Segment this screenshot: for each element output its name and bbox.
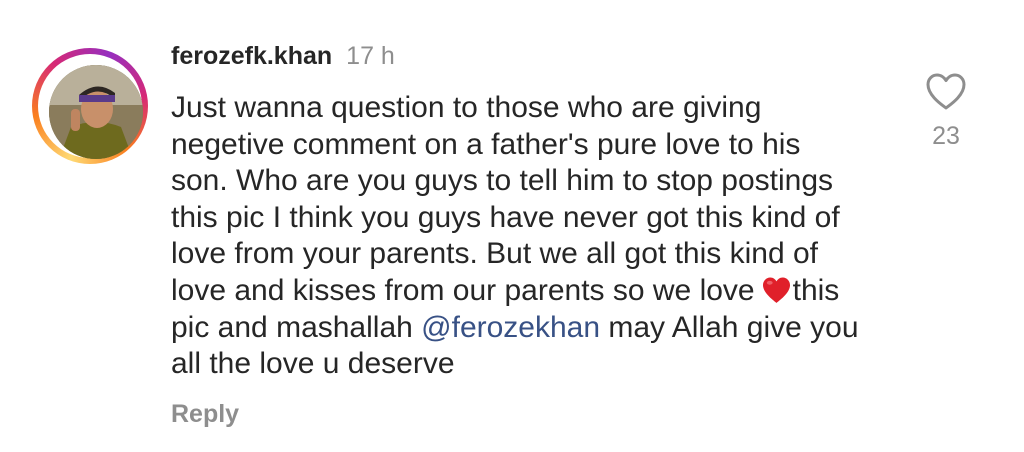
avatar-gap [38,54,143,159]
comment-text-segment: love and kisses from our parents so we l… [171,273,755,307]
comment-line: son. Who are you guys to tell him to sto… [171,164,834,198]
comment-text: Just wanna question to those who are giv… [171,90,911,383]
comment-line: love and kisses from our parents so we l… [171,273,911,310]
avatar[interactable] [49,65,143,159]
red-heart-emoji-icon [762,277,790,304]
comment-line: negetive comment on a father's pure love… [171,127,801,161]
username[interactable]: ferozefk.khan [171,42,332,70]
comment-line: Just wanna question to those who are giv… [171,91,762,124]
comment-text-segment: this [792,273,840,307]
reply-button[interactable]: Reply [171,400,239,429]
like-count: 23 [932,122,960,150]
user-mention-link[interactable]: @ferozekhan [421,311,600,344]
comment-line: love from your parents. But we all got t… [171,237,818,271]
comment-line: pic and mashallah @ferozekhan may Allah … [171,310,911,347]
comment-line: this pic I think you guys have never got… [171,200,840,234]
timestamp: 17 h [346,42,395,70]
comment-text-segment: may Allah give you [600,310,859,344]
avatar-photo [49,65,143,159]
heart-outline-icon[interactable] [924,70,968,114]
comment-text-segment: pic and mashallah [171,310,422,344]
avatar-story-ring[interactable] [32,48,148,164]
comment-line: all the love u deserve [171,347,455,381]
comment-header: ferozefk.khan 17 h [171,42,395,71]
comment: ferozefk.khan 17 h Just wanna question to… [0,0,1024,452]
